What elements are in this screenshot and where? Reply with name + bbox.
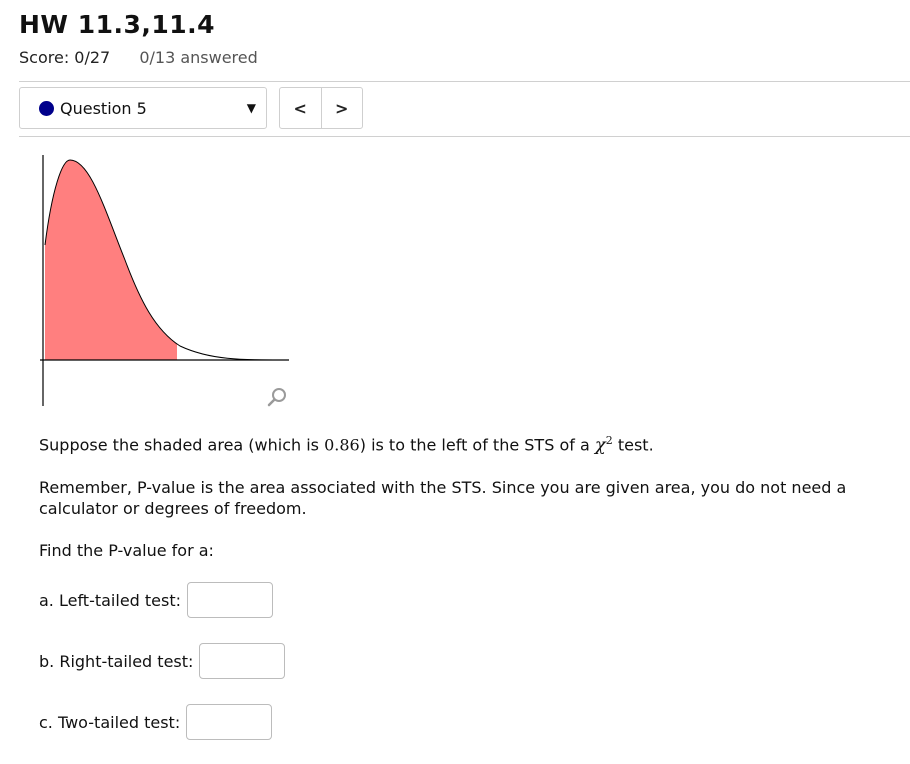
divider-top	[19, 81, 910, 82]
chi-symbol: χ	[594, 434, 606, 456]
remember-text: Remember, P-value is the area associated…	[39, 478, 847, 518]
two-tailed-input[interactable]	[186, 704, 273, 740]
chi-power: 2	[605, 434, 613, 447]
next-question-button[interactable]: >	[320, 88, 363, 128]
left-tailed-input[interactable]	[187, 582, 274, 618]
divider-bottom	[19, 136, 910, 137]
question-nav-group: < >	[279, 87, 363, 129]
chi-square-graph	[40, 155, 290, 406]
area-value: 0.86	[324, 435, 360, 455]
right-tailed-input[interactable]	[199, 643, 286, 679]
problem-intro: Suppose the shaded area (which is 0.86) …	[39, 430, 654, 455]
answer-row-left: a. Left-tailed test:	[39, 582, 274, 618]
answer-row-right: b. Right-tailed test:	[39, 643, 286, 679]
find-text: Find the P-value for a:	[39, 541, 214, 560]
score-row: Score: 0/27 0/13 answered	[19, 48, 258, 67]
previous-question-button[interactable]: <	[280, 88, 321, 128]
page-title: HW 11.3,11.4	[19, 10, 216, 39]
question-select-label: Question 5	[60, 99, 147, 118]
shaded-area	[45, 160, 177, 360]
caret-down-icon: ▼	[246, 101, 256, 115]
magnifier-icon[interactable]	[266, 386, 290, 410]
intro-mid: ) is to the left of the STS of a	[359, 435, 595, 455]
question-status-dot-icon	[39, 101, 54, 116]
score-text: Score: 0/27	[19, 48, 111, 67]
question-select[interactable]: Question 5 ▼	[19, 87, 267, 129]
intro-post: test.	[612, 435, 654, 455]
answer-row-two: c. Two-tailed test:	[39, 704, 273, 740]
two-tailed-label: c. Two-tailed test:	[39, 712, 181, 732]
intro-pre: Suppose the shaded area (which is	[39, 435, 325, 455]
right-tailed-label: b. Right-tailed test:	[39, 651, 194, 671]
answered-count: 0/13 answered	[139, 48, 258, 67]
left-tailed-label: a. Left-tailed test:	[39, 590, 182, 610]
